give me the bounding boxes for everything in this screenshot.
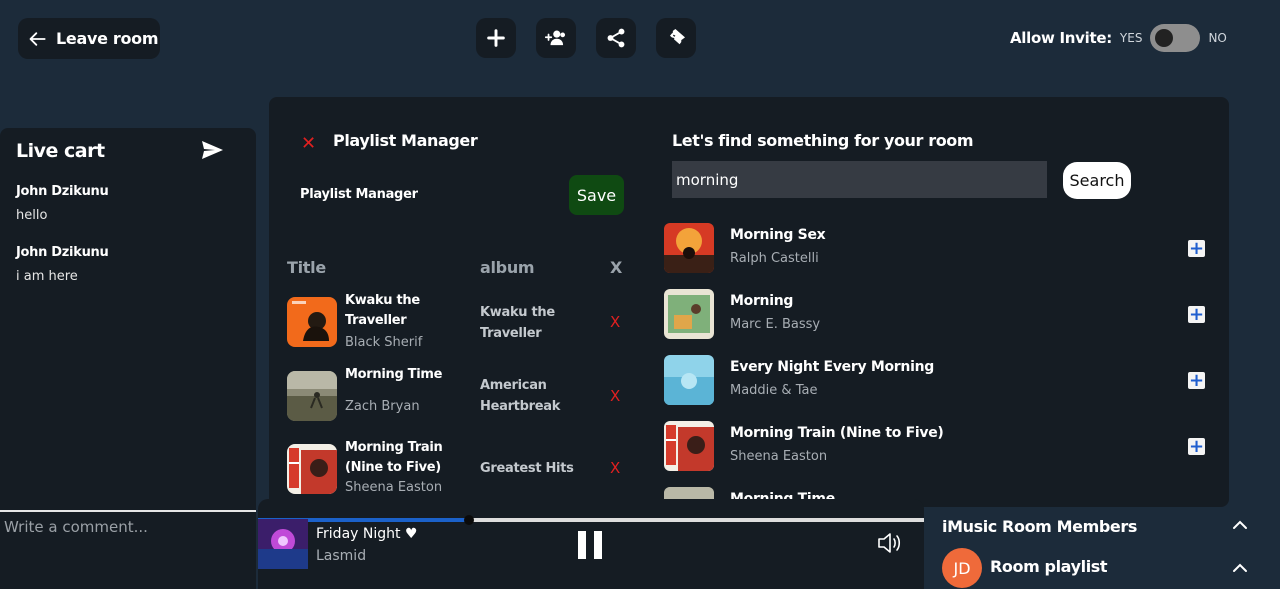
playlist-row: Morning Time Zach Bryan American Heartbr…	[287, 365, 627, 425]
add-track-button[interactable]: +	[1188, 371, 1205, 389]
now-playing-title: Friday Night ♥	[316, 526, 418, 542]
add-user-button[interactable]	[536, 18, 576, 58]
music-player: Friday Night ♥ Lasmid	[258, 499, 924, 589]
playlist-row: Morning Train (Nine to Five) Sheena East…	[287, 438, 627, 498]
now-playing-artist: Lasmid	[316, 548, 367, 564]
column-header-title: Title	[287, 258, 326, 277]
allow-invite-toggle[interactable]	[1150, 24, 1201, 52]
share-icon	[607, 28, 625, 48]
leave-room-label: Leave room	[56, 29, 159, 48]
pause-bar-right	[594, 531, 602, 559]
invite-no-label: NO	[1208, 31, 1227, 45]
share-button[interactable]	[596, 18, 636, 58]
track-album: Greatest Hits	[480, 461, 574, 476]
playlist-manager-panel: ✕ Playlist Manager Playlist Manager Save…	[269, 97, 1229, 507]
result-title: Morning Train (Nine to Five)	[730, 425, 944, 441]
send-icon[interactable]	[200, 138, 224, 162]
add-track-button[interactable]: +	[1188, 239, 1205, 257]
result-artist: Marc E. Bassy	[730, 317, 821, 332]
message-author: John Dzikunu	[16, 245, 109, 260]
comment-input[interactable]	[0, 512, 256, 542]
allow-invite: Allow Invite: YES NO	[1010, 24, 1227, 52]
save-button[interactable]: Save	[569, 175, 624, 215]
pause-bar-left	[578, 531, 586, 559]
allow-invite-label: Allow Invite:	[1010, 29, 1112, 47]
invite-yes-label: YES	[1119, 31, 1143, 45]
comment-box	[0, 510, 256, 589]
album-art	[287, 444, 337, 494]
search-result[interactable]: Every Night Every Morning Maddie & Tae +	[664, 355, 1214, 405]
result-artist: Sheena Easton	[730, 449, 828, 464]
pause-button[interactable]	[578, 531, 604, 561]
result-title: Morning	[730, 293, 794, 309]
track-artist: Sheena Easton	[345, 480, 443, 495]
album-art	[664, 421, 714, 471]
track-album: American Heartbreak	[480, 378, 561, 414]
track-artist: Black Sherif	[345, 335, 423, 350]
album-art	[287, 371, 337, 421]
user-plus-icon	[545, 30, 566, 46]
live-cart-title: Live cart	[16, 140, 105, 162]
volume-icon[interactable]	[876, 530, 904, 556]
track-album: Kwaku the Traveller	[480, 305, 555, 341]
search-result[interactable]: Morning Marc E. Bassy +	[664, 289, 1214, 339]
track-title: Morning Train (Nine to Five)	[345, 440, 443, 475]
arrow-left-icon	[29, 31, 46, 46]
now-playing-title-text: Friday Night	[316, 526, 401, 542]
remove-track-button[interactable]: X	[610, 313, 620, 331]
chevron-up-icon[interactable]	[1232, 519, 1248, 531]
column-header-album: album	[480, 258, 535, 277]
search-button[interactable]: Search	[1063, 162, 1131, 199]
search-input[interactable]	[672, 161, 1047, 198]
heart-icon[interactable]: ♥	[405, 526, 418, 542]
remove-track-button[interactable]: X	[610, 459, 620, 477]
message-text: i am here	[16, 269, 78, 284]
plus-icon	[487, 29, 505, 47]
playlist-manager-subtitle: Playlist Manager	[300, 187, 418, 202]
playlist-button[interactable]	[656, 18, 696, 58]
remove-track-button[interactable]: X	[610, 387, 620, 405]
add-track-button[interactable]: +	[1188, 305, 1205, 323]
result-artist: Ralph Castelli	[730, 251, 819, 266]
track-title: Morning Time	[345, 367, 443, 382]
search-result[interactable]: Morning Sex Ralph Castelli +	[664, 223, 1214, 273]
toggle-knob	[1155, 29, 1174, 47]
leave-room-button[interactable]: Leave room	[18, 18, 160, 59]
album-art	[664, 355, 714, 405]
track-artist: Zach Bryan	[345, 399, 420, 414]
playlist-manager-title: Playlist Manager	[333, 131, 478, 150]
album-art	[664, 223, 714, 273]
room-members-title: iMusic Room Members	[942, 517, 1137, 536]
message-author: John Dzikunu	[16, 184, 109, 199]
progress-bar[interactable]	[258, 515, 924, 525]
track-title: Kwaku the Traveller	[345, 293, 420, 328]
message-text: hello	[16, 208, 48, 223]
ticket-icon	[669, 28, 686, 45]
playlist-row: Kwaku the Traveller Black Sherif Kwaku t…	[287, 291, 627, 351]
album-art	[664, 289, 714, 339]
result-artist: Maddie & Tae	[730, 383, 818, 398]
progress-handle[interactable]	[464, 515, 475, 525]
chevron-up-icon[interactable]	[1232, 562, 1248, 574]
search-heading: Let's find something for your room	[672, 131, 974, 150]
search-result[interactable]: Morning Train (Nine to Five) Sheena East…	[664, 421, 1214, 471]
add-button[interactable]	[476, 18, 516, 58]
live-cart-panel: Live cart John Dzikunu hello John Dzikun…	[0, 128, 256, 589]
avatar: JD	[942, 548, 982, 588]
add-track-button[interactable]: +	[1188, 437, 1205, 455]
now-playing-art	[258, 519, 308, 569]
result-title: Morning Sex	[730, 227, 826, 243]
close-icon[interactable]: ✕	[301, 133, 316, 154]
room-playlist-label: Room playlist	[990, 557, 1108, 576]
album-art	[287, 297, 337, 347]
result-title: Every Night Every Morning	[730, 359, 934, 375]
column-header-remove: X	[610, 258, 623, 277]
